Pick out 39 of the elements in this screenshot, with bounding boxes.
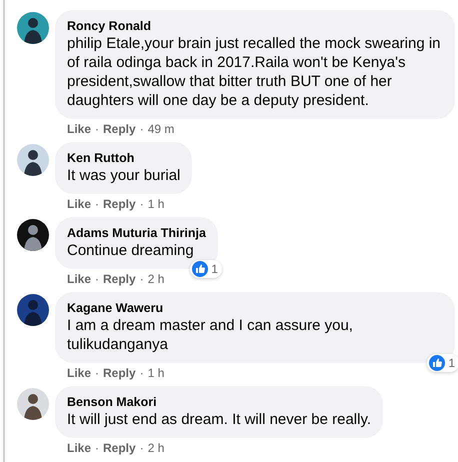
reply-link[interactable]: Reply [103,366,136,381]
reply-link[interactable]: Reply [103,272,136,287]
author-name: Ken Ruttoh [67,150,136,166]
comment-text: It was your burial [67,166,180,185]
author-name: Adams Muturia Thirinja [67,225,206,241]
separator: · [95,366,100,381]
separator: · [140,441,144,456]
thumbs-up-icon [192,261,208,277]
timestamp: 49 m [148,122,174,137]
author-name: Roncy Ronald [67,18,152,34]
like-link[interactable]: Like [67,441,92,456]
separator: · [140,122,144,137]
timestamp: 1 h [148,366,164,381]
reply-link[interactable]: Reply [103,441,136,456]
thumbs-up-icon [429,355,446,371]
author-name: Kagane Waweru [67,300,164,316]
comment-text: Continue dreaming [67,241,195,260]
separator: · [95,197,100,212]
like-link[interactable]: Like [67,272,92,287]
comment-text: It will just end as dream. It will never be really. [67,410,372,429]
separator: · [140,366,144,381]
author-name: Benson Makori [67,394,158,410]
separator: · [140,197,144,212]
like-link[interactable]: Like [67,197,92,212]
timestamp: 2 h [148,441,164,456]
separator: · [140,272,144,287]
timestamp: 1 h [148,197,164,212]
reaction-count: 1 [427,354,458,372]
comment-text: philip Etale,your brain just recalled the mock swearing in of raila odinga back in 2017.Raila won't be Kenya's president,swallow that bitter truth BUT one of her daughters will one day be a deputy president. [67,34,442,110]
timestamp: 2 h [148,272,164,287]
like-link[interactable]: Like [67,122,92,137]
reply-link[interactable]: Reply [103,197,136,212]
like-link[interactable]: Like [67,366,92,381]
reply-link[interactable]: Reply [103,122,136,137]
separator: · [95,122,100,137]
separator: · [95,272,100,287]
reaction-count: 1 [190,260,222,278]
separator: · [95,441,100,456]
comment-text: I am a dream master and I can assure you, tulikudanganya [67,316,354,354]
